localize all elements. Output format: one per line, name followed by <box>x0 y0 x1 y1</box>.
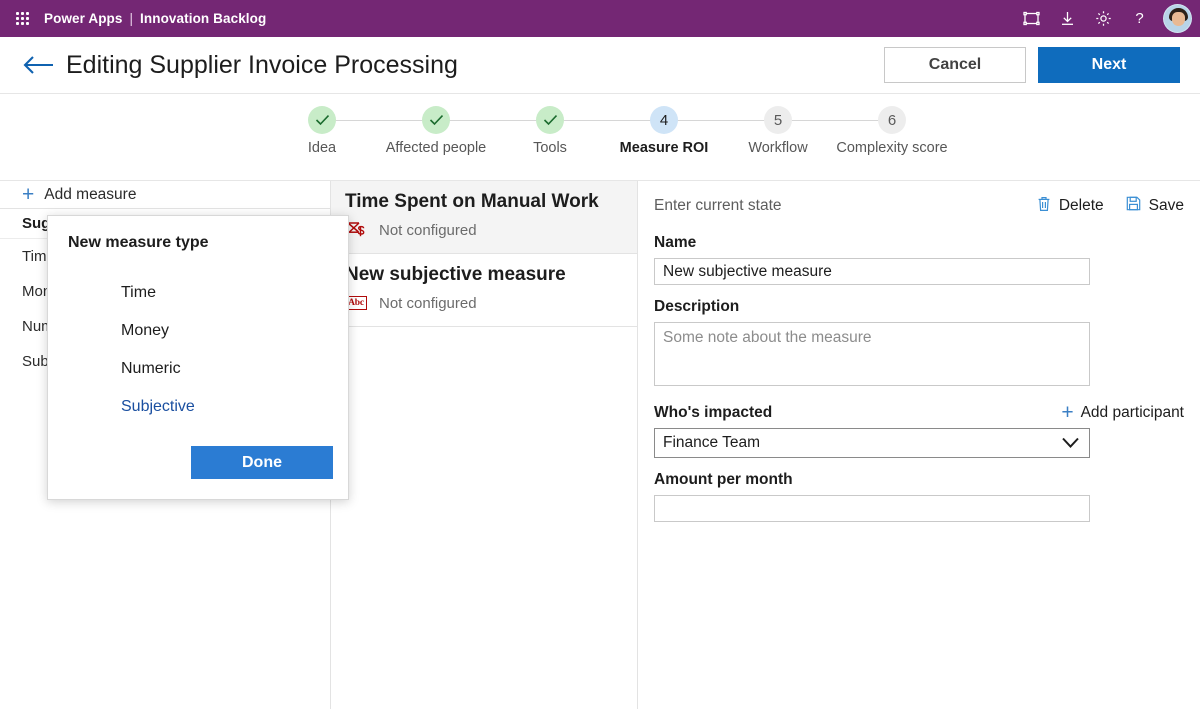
suite-separator: | <box>129 11 134 26</box>
measure-list-panel: Time Spent on Manual Work Not configured <box>331 181 637 709</box>
done-button[interactable]: Done <box>191 446 333 479</box>
suite-app-name[interactable]: Innovation Backlog <box>140 11 266 26</box>
detail-title: Enter current state <box>654 197 782 214</box>
wizard-step-idea[interactable]: Idea <box>262 106 382 157</box>
measure-type-options: Time Money Numeric Subjective <box>64 274 332 426</box>
measure-type-option-subjective[interactable]: Subjective <box>121 388 332 426</box>
measure-detail-panel: Enter current state Delete Save Name New… <box>638 181 1200 709</box>
help-icon[interactable]: ? <box>1121 0 1157 37</box>
add-participant-label: Add participant <box>1080 404 1184 421</box>
svg-text:?: ? <box>1135 10 1143 27</box>
delete-label: Delete <box>1058 197 1104 214</box>
save-button[interactable]: Save <box>1126 196 1184 216</box>
app-launcher-icon[interactable] <box>0 0 44 37</box>
back-arrow-icon[interactable] <box>18 45 58 85</box>
wizard-step-affected-people[interactable]: Affected people <box>376 106 496 157</box>
page-title: Editing Supplier Invoice Processing <box>66 50 458 79</box>
new-measure-type-dialog: New measure type Time Money Numeric Subj… <box>47 215 349 500</box>
wizard-steps: Idea Affected people Tools 4 Measure ROI… <box>262 94 962 181</box>
cancel-button[interactable]: Cancel <box>884 47 1026 83</box>
impacted-field-label: Who's impacted <box>654 404 773 421</box>
step-label-1: Idea <box>307 140 337 156</box>
body-area: + Add measure Suggested Time Money Numer… <box>0 181 1200 709</box>
step-circle-1 <box>308 106 336 134</box>
impacted-field-row: Who's impacted + Add participant <box>654 401 1184 424</box>
amount-field-label: Amount per month <box>654 471 793 488</box>
wizard-step-tools[interactable]: Tools <box>490 106 610 157</box>
measure-card-status-text: Not configured <box>379 221 477 239</box>
measure-card-name: New subjective measure <box>345 264 566 285</box>
wizard-stepper: Idea Affected people Tools 4 Measure ROI… <box>0 94 1200 181</box>
step-circle-3 <box>536 106 564 134</box>
plus-icon: + <box>1061 401 1074 424</box>
name-field-label: Name <box>654 234 697 251</box>
plus-icon: + <box>22 182 35 206</box>
measure-type-option-time[interactable]: Time <box>121 274 332 312</box>
suite-bar: Power Apps | Innovation Backlog ? <box>0 0 1200 37</box>
app-root: Power Apps | Innovation Backlog ? Editin… <box>0 0 1200 709</box>
measure-card-status: Not configured <box>345 220 623 240</box>
name-input[interactable] <box>654 258 1090 285</box>
amount-input[interactable] <box>654 495 1090 522</box>
measure-type-option-money[interactable]: Money <box>121 312 332 350</box>
step-label-5: Workflow <box>748 140 808 156</box>
add-measure-button[interactable]: + Add measure <box>0 181 330 209</box>
save-label: Save <box>1148 197 1184 214</box>
step-circle-5: 5 <box>764 106 792 134</box>
measure-type-option-numeric[interactable]: Numeric <box>121 350 332 388</box>
trash-icon <box>1037 196 1051 217</box>
avatar[interactable] <box>1163 4 1192 33</box>
fullscreen-icon[interactable] <box>1013 0 1049 37</box>
detail-actions: Delete Save <box>1037 196 1184 217</box>
wizard-step-workflow[interactable]: 5 Workflow <box>718 106 838 157</box>
step-circle-2 <box>422 106 450 134</box>
impacted-select[interactable]: Finance Team <box>654 428 1090 458</box>
description-field-label: Description <box>654 298 740 315</box>
measure-card-name: Time Spent on Manual Work <box>345 191 599 212</box>
delete-button[interactable]: Delete <box>1037 196 1104 217</box>
header-actions: Cancel Next <box>884 47 1180 83</box>
detail-header: Enter current state Delete Save <box>654 191 1184 221</box>
impacted-select-wrapper: Finance Team <box>654 428 1090 458</box>
avatar-face <box>1172 12 1185 26</box>
add-participant-button[interactable]: + Add participant <box>1061 401 1184 424</box>
step-label-6: Complexity score <box>836 140 948 156</box>
step-circle-6: 6 <box>878 106 906 134</box>
dialog-title: New measure type <box>68 234 209 251</box>
waffle-grid <box>15 12 29 25</box>
description-input[interactable] <box>654 322 1090 386</box>
measure-card[interactable]: New subjective measure Abc Not configure… <box>331 254 637 327</box>
save-disk-icon <box>1126 196 1141 216</box>
step-label-3: Tools <box>533 140 567 156</box>
measure-card-status: Abc Not configured <box>345 293 623 313</box>
measure-card-status-text: Not configured <box>379 294 477 312</box>
download-icon[interactable] <box>1049 0 1085 37</box>
step-label-4: Measure ROI <box>619 140 709 156</box>
add-measure-label: Add measure <box>44 185 137 203</box>
measure-card[interactable]: Time Spent on Manual Work Not configured <box>331 181 637 254</box>
wizard-step-measure-roi[interactable]: 4 Measure ROI <box>604 106 724 157</box>
page-header: Editing Supplier Invoice Processing Canc… <box>0 37 1200 94</box>
step-label-2: Affected people <box>385 140 487 156</box>
measure-suggestions-panel: + Add measure Suggested Time Money Numer… <box>0 181 349 709</box>
step-circle-4: 4 <box>650 106 678 134</box>
wizard-step-complexity-score[interactable]: 6 Complexity score <box>832 106 952 157</box>
next-button[interactable]: Next <box>1038 47 1180 83</box>
gear-icon[interactable] <box>1085 0 1121 37</box>
suite-product-name[interactable]: Power Apps <box>44 11 123 26</box>
suite-bar-actions: ? <box>1013 0 1200 37</box>
